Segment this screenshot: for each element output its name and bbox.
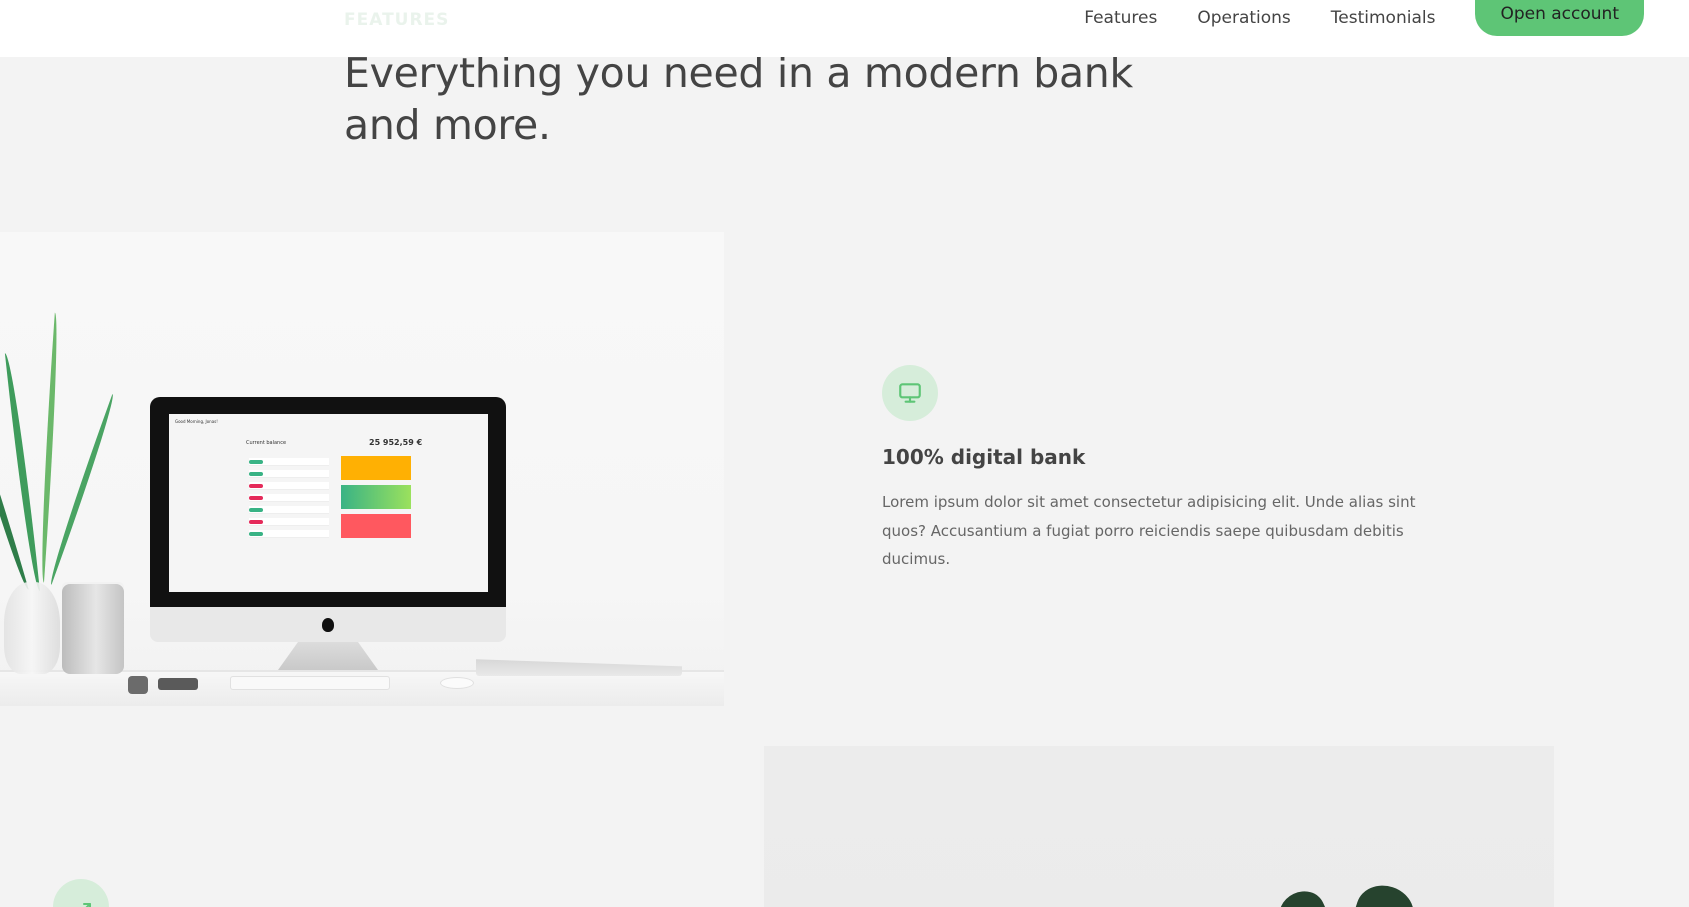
computer-monitor: Good Morning, Jonas! Current balance 25 … (150, 397, 506, 642)
screen-loan-card (341, 485, 411, 509)
screen-transfer-card (341, 456, 411, 480)
laptop (476, 659, 682, 676)
keyboard (230, 676, 390, 690)
monitor-icon (899, 383, 921, 403)
top-nav-bar: FEATURES Features Operations Testimonial… (0, 0, 1689, 57)
plant-leaf (4, 352, 40, 592)
screen-withdrawal-tag (249, 484, 263, 488)
screen-deposit-tag (249, 460, 263, 464)
phone (158, 678, 198, 690)
feature-title: 100% digital bank (882, 445, 1086, 469)
feature-icon-circle (53, 879, 109, 907)
nav-link-testimonials[interactable]: Testimonials (1331, 8, 1436, 28)
feature-image-computer-desk: Good Morning, Jonas! Current balance 25 … (0, 232, 724, 706)
nav-link-features[interactable]: Features (1084, 8, 1157, 28)
watch (128, 676, 148, 694)
section-tag: FEATURES (344, 10, 450, 30)
open-account-button[interactable]: Open account (1475, 0, 1644, 36)
mouse (440, 677, 474, 689)
plant-leaf (36, 312, 63, 583)
monitor-stand (278, 642, 378, 670)
monitor-screen: Good Morning, Jonas! Current balance 25 … (169, 414, 488, 592)
section-headline: Everything you need in a modern bank and… (344, 47, 1164, 151)
feature-description: Lorem ipsum dolor sit amet consectetur a… (882, 493, 1416, 568)
plant-leaf (1349, 878, 1421, 907)
feature-image-plant (764, 746, 1554, 907)
monitor-chin (150, 607, 506, 642)
screen-balance: 25 952,59 € (369, 438, 423, 447)
apple-logo-icon (322, 617, 334, 632)
plant-leaf (44, 394, 120, 585)
screen-balance-label: Current balance (246, 440, 287, 446)
screen-withdrawal-tag (249, 520, 263, 524)
screen-withdrawal-tag (249, 496, 263, 500)
main-nav: Features Operations Testimonials Open ac… (1084, 0, 1644, 36)
screen-deposit-tag (249, 508, 263, 512)
screen-deposit-tag (249, 532, 263, 536)
monitor-bezel: Good Morning, Jonas! Current balance 25 … (150, 397, 506, 607)
page: FEATURES Features Operations Testimonial… (0, 0, 1689, 907)
screen-close-account-card (341, 514, 411, 538)
speaker (62, 584, 124, 674)
trending-up-icon (78, 903, 91, 907)
glass-vase (4, 582, 60, 674)
screen-greeting: Good Morning, Jonas! (175, 419, 218, 424)
headline-line-2: and more. (344, 101, 551, 149)
nav-link-operations[interactable]: Operations (1197, 8, 1290, 28)
plant-leaf (1272, 884, 1332, 907)
screen-deposit-tag (249, 472, 263, 476)
feature-icon-circle (882, 365, 938, 421)
